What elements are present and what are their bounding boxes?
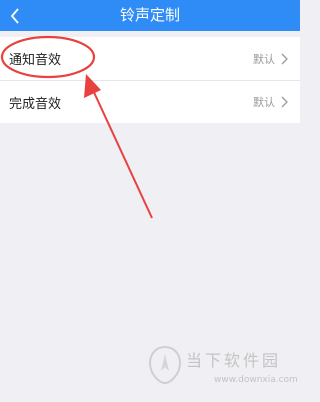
chevron-right-icon	[281, 53, 288, 65]
watermark-url: www.downxia.com	[214, 375, 298, 385]
settings-list: 通知音效 默认 完成音效 默认	[0, 37, 300, 123]
completion-sound-label: 完成音效	[9, 96, 62, 112]
watermark-name: 当下软件园	[186, 351, 282, 370]
chevron-right-icon	[281, 96, 288, 108]
notification-sound-label: 通知音效	[9, 53, 62, 68]
watermark: 当下软件园 www.downxia.com	[148, 345, 298, 395]
watermark-logo-icon	[148, 345, 182, 385]
notification-sound-value: 默认	[253, 52, 275, 66]
title-bar: 铃声定制	[0, 0, 300, 31]
completion-sound-value: 默认	[253, 96, 275, 109]
page-title: 铃声定制	[119, 6, 180, 24]
notification-sound-row[interactable]: 通知音效 默认	[0, 37, 300, 80]
completion-sound-row[interactable]: 完成音效 默认	[0, 80, 300, 123]
